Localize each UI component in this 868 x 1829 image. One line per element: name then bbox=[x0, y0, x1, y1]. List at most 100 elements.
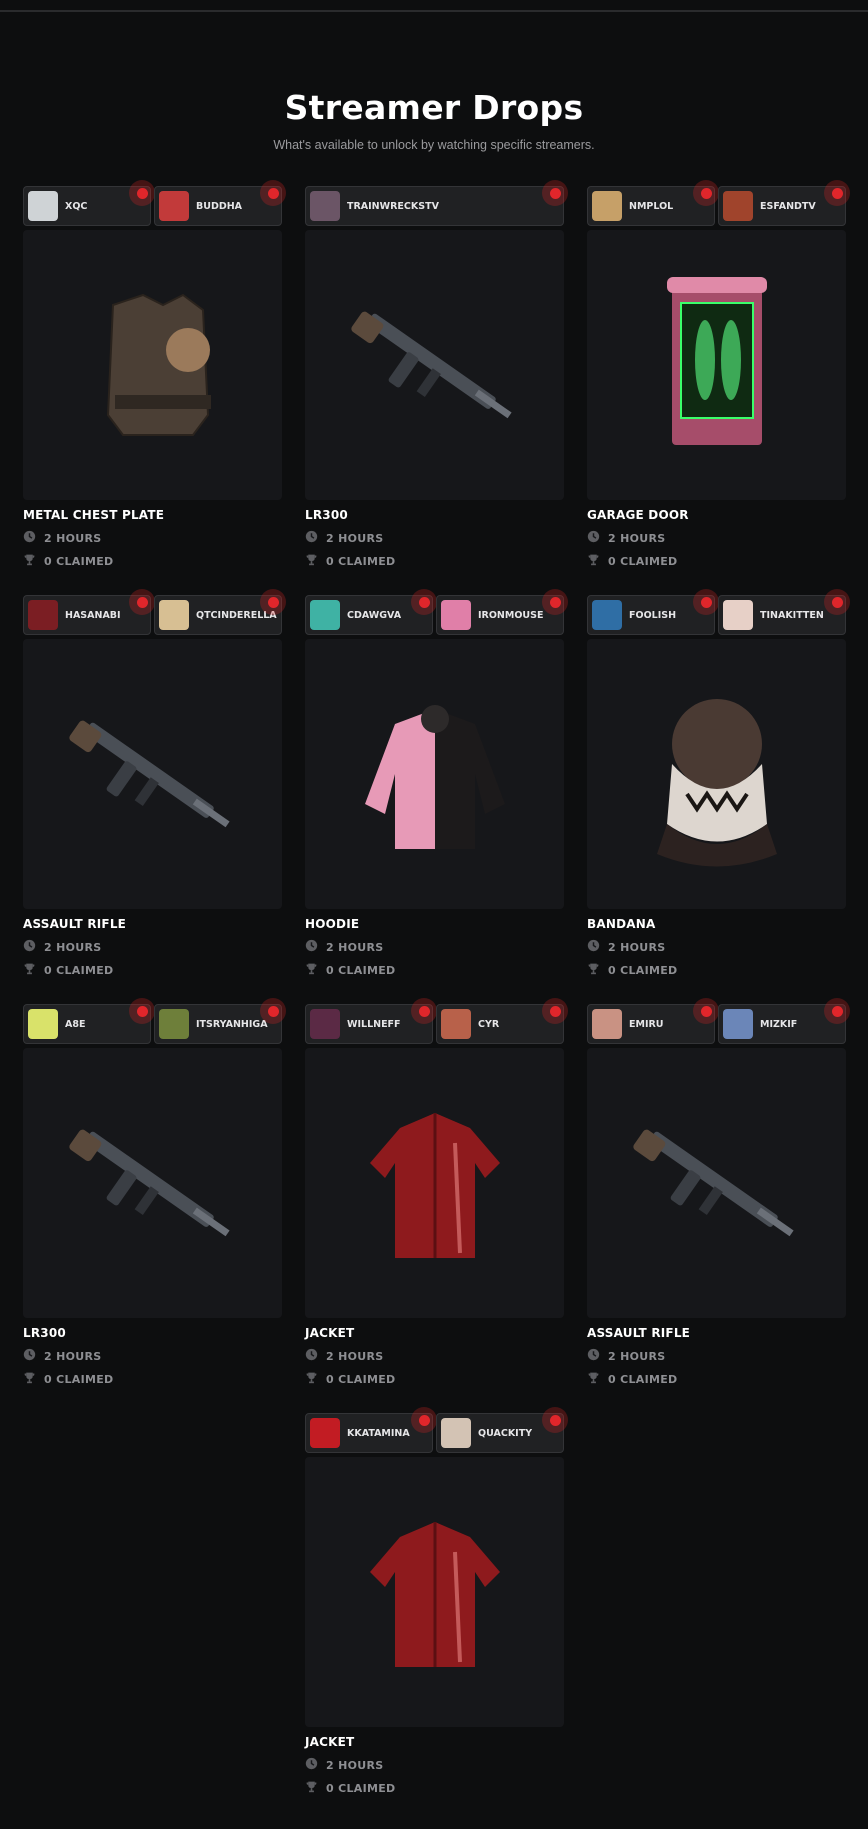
drop-card[interactable]: A8E ITSRYANHIGA LR300 2 HOURS 0 CLAIMED bbox=[23, 998, 286, 1413]
drop-card[interactable]: XQC BUDDHA METAL CHEST PLATE 2 HOURS 0 CLAIM… bbox=[23, 180, 286, 595]
streamer-tab[interactable]: BUDDHA bbox=[154, 180, 286, 226]
item-image[interactable] bbox=[587, 230, 846, 500]
streamer-avatar bbox=[310, 191, 340, 221]
streamer-tab[interactable]: QUACKITY bbox=[436, 1407, 568, 1453]
drop-card[interactable]: FOOLISH TINAKITTEN BANDANA 2 HOURS 0 CLAIMED bbox=[587, 589, 850, 1004]
trophy-icon bbox=[305, 553, 326, 569]
streamer-tab[interactable]: NMPLOL bbox=[587, 180, 719, 226]
live-indicator-icon bbox=[542, 1407, 568, 1433]
streamer-tab[interactable]: ITSRYANHIGA bbox=[154, 998, 286, 1044]
duration-text: 2 HOURS bbox=[326, 1349, 384, 1363]
drop-card[interactable]: TRAINWRECKSTV LR300 2 HOURS 0 CLAIMED bbox=[305, 180, 568, 595]
claimed-text: 0 CLAIMED bbox=[44, 963, 114, 977]
streamer-tabs: A8E ITSRYANHIGA bbox=[23, 998, 286, 1044]
live-indicator-icon bbox=[260, 998, 286, 1024]
streamer-avatar bbox=[723, 1009, 753, 1039]
live-indicator-icon bbox=[411, 1407, 437, 1433]
item-image[interactable] bbox=[305, 1457, 564, 1727]
duration-text: 2 HOURS bbox=[608, 940, 666, 954]
streamer-name: HASANABI bbox=[65, 609, 121, 621]
streamer-tab[interactable]: FOOLISH bbox=[587, 589, 719, 635]
drop-card[interactable]: NMPLOL ESFANDTV GARAGE DOOR 2 HOURS 0 CLAIME… bbox=[587, 180, 850, 595]
streamer-tab[interactable]: WILLNEFF bbox=[305, 998, 437, 1044]
streamer-name: WILLNEFF bbox=[347, 1018, 401, 1030]
streamer-tabs: HASANABI QTCINDERELLA bbox=[23, 589, 286, 635]
streamer-avatar bbox=[28, 600, 58, 630]
streamer-avatar bbox=[441, 600, 471, 630]
streamer-avatar bbox=[310, 1418, 340, 1448]
claimed-text: 0 CLAIMED bbox=[326, 1781, 396, 1795]
streamer-tab[interactable]: CYR bbox=[436, 998, 568, 1044]
streamer-tab[interactable]: EMIRU bbox=[587, 998, 719, 1044]
item-image[interactable] bbox=[305, 1048, 564, 1318]
claimed-count: 0 CLAIMED bbox=[587, 553, 677, 569]
item-image[interactable] bbox=[23, 230, 282, 500]
hoodie-icon bbox=[364, 705, 505, 849]
claimed-count: 0 CLAIMED bbox=[23, 553, 113, 569]
item-image[interactable] bbox=[305, 639, 564, 909]
drops-grid: XQC BUDDHA METAL CHEST PLATE 2 HOURS 0 CLAIM… bbox=[23, 180, 850, 1822]
page-subtitle: What's available to unlock by watching s… bbox=[273, 138, 595, 152]
live-indicator-icon bbox=[129, 589, 155, 615]
live-indicator-icon bbox=[411, 998, 437, 1024]
rifle-icon bbox=[632, 1129, 794, 1237]
live-indicator-icon bbox=[693, 998, 719, 1024]
streamer-tabs: XQC BUDDHA bbox=[23, 180, 286, 226]
drop-card[interactable]: EMIRU MIZKIF ASSAULT RIFLE 2 HOURS 0 CLAIMED bbox=[587, 998, 850, 1413]
claimed-count: 0 CLAIMED bbox=[23, 962, 113, 978]
live-indicator-icon bbox=[260, 180, 286, 206]
streamer-tab[interactable]: A8E bbox=[23, 998, 155, 1044]
live-indicator-icon bbox=[824, 180, 850, 206]
item-image[interactable] bbox=[305, 230, 564, 500]
clock-icon bbox=[305, 1348, 326, 1364]
streamer-name: ITSRYANHIGA bbox=[196, 1018, 268, 1030]
item-image[interactable] bbox=[23, 639, 282, 909]
trophy-icon bbox=[23, 962, 44, 978]
streamer-tab[interactable]: HASANABI bbox=[23, 589, 155, 635]
item-image[interactable] bbox=[23, 1048, 282, 1318]
live-indicator-icon bbox=[824, 998, 850, 1024]
watch-duration: 2 HOURS bbox=[305, 1348, 383, 1364]
streamer-tab[interactable]: TRAINWRECKSTV bbox=[305, 180, 568, 226]
claimed-text: 0 CLAIMED bbox=[326, 1372, 396, 1386]
streamer-tab[interactable]: KKATAMINA bbox=[305, 1407, 437, 1453]
live-indicator-icon bbox=[542, 998, 568, 1024]
top-divider bbox=[0, 10, 868, 12]
live-indicator-icon bbox=[260, 589, 286, 615]
duration-text: 2 HOURS bbox=[44, 531, 102, 545]
streamer-tabs: NMPLOL ESFANDTV bbox=[587, 180, 850, 226]
drop-card[interactable]: WILLNEFF CYR JACKET 2 HOURS 0 CLAIMED bbox=[305, 998, 568, 1413]
claimed-count: 0 CLAIMED bbox=[305, 1780, 395, 1796]
streamer-tab[interactable]: ESFANDTV bbox=[718, 180, 850, 226]
drop-card[interactable]: HASANABI QTCINDERELLA ASSAULT RIFLE 2 HOURS… bbox=[23, 589, 286, 1004]
claimed-count: 0 CLAIMED bbox=[305, 553, 395, 569]
item-image[interactable] bbox=[587, 1048, 846, 1318]
drop-card[interactable]: KKATAMINA QUACKITY JACKET 2 HOURS 0 CLAIMED bbox=[305, 1407, 568, 1822]
streamer-tab[interactable]: MIZKIF bbox=[718, 998, 850, 1044]
streamer-name: A8E bbox=[65, 1018, 86, 1030]
streamer-avatar bbox=[310, 1009, 340, 1039]
streamer-avatar bbox=[28, 191, 58, 221]
streamer-tab[interactable]: XQC bbox=[23, 180, 155, 226]
rifle-icon bbox=[68, 1129, 230, 1237]
page-title: Streamer Drops bbox=[284, 88, 584, 127]
live-indicator-icon bbox=[693, 589, 719, 615]
streamer-tab[interactable]: CDAWGVA bbox=[305, 589, 437, 635]
watch-duration: 2 HOURS bbox=[23, 1348, 101, 1364]
drop-card[interactable]: CDAWGVA IRONMOUSE HOODIE 2 HOURS 0 CLAIMED bbox=[305, 589, 568, 1004]
streamer-tab[interactable]: QTCINDERELLA bbox=[154, 589, 286, 635]
streamer-tab[interactable]: IRONMOUSE bbox=[436, 589, 568, 635]
trophy-icon bbox=[23, 1371, 44, 1387]
item-title: JACKET bbox=[305, 1735, 355, 1749]
jacket-icon bbox=[369, 1113, 500, 1258]
jacket-icon bbox=[369, 1522, 500, 1667]
streamer-tab[interactable]: TINAKITTEN bbox=[718, 589, 850, 635]
duration-text: 2 HOURS bbox=[608, 531, 666, 545]
streamer-avatar bbox=[441, 1009, 471, 1039]
streamer-tabs: FOOLISH TINAKITTEN bbox=[587, 589, 850, 635]
live-indicator-icon bbox=[542, 180, 568, 206]
item-image[interactable] bbox=[587, 639, 846, 909]
claimed-count: 0 CLAIMED bbox=[305, 962, 395, 978]
clock-icon bbox=[305, 939, 326, 955]
claimed-count: 0 CLAIMED bbox=[587, 962, 677, 978]
